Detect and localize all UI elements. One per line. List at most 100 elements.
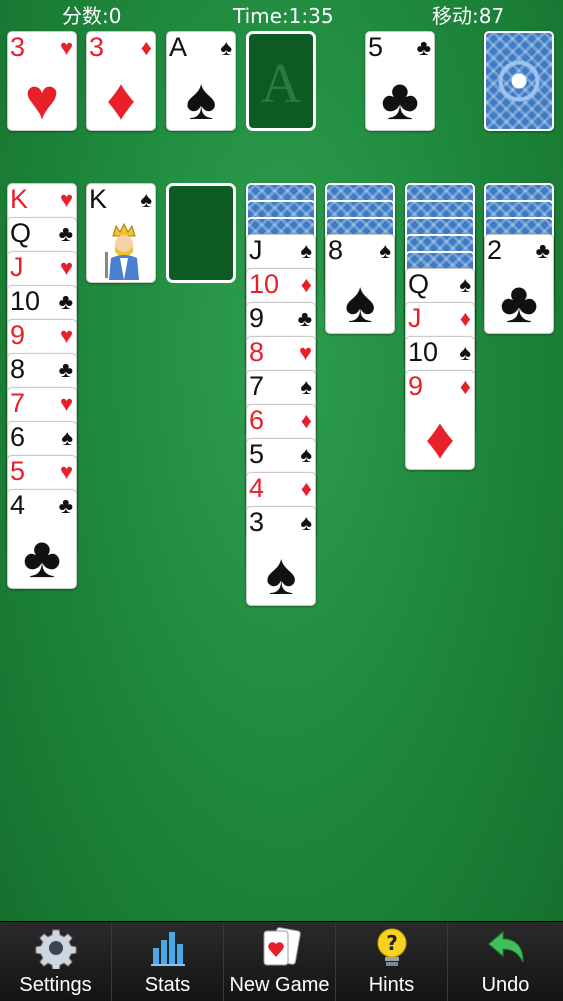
card-rank: 6 bbox=[249, 405, 265, 435]
card-suit-large: ♠ bbox=[344, 270, 376, 334]
card-suit-small: ♦ bbox=[300, 272, 312, 297]
card-rank: J bbox=[10, 252, 24, 282]
card-rank: 3 bbox=[10, 32, 26, 62]
card-suit-small: ♣ bbox=[297, 306, 312, 331]
card-suit-small: ♦ bbox=[300, 476, 312, 501]
card-suit-small: ♣ bbox=[58, 289, 73, 314]
card-suit-large: ♠ bbox=[265, 542, 297, 606]
card-rank: Q bbox=[10, 218, 32, 248]
card-rank: 8 bbox=[249, 337, 265, 367]
hints-label: Hints bbox=[368, 974, 415, 996]
cards-icon bbox=[224, 927, 335, 968]
settings-label: Settings bbox=[19, 974, 92, 996]
foundation-slot-empty[interactable]: A bbox=[246, 31, 316, 131]
card-suit-large: ♦ bbox=[425, 406, 455, 470]
card-rank: Q bbox=[408, 269, 430, 299]
status-bar: 分数:0 Time:1:35 移动:87 bbox=[0, 0, 563, 30]
card-suit-small: ♠ bbox=[459, 340, 471, 365]
card-suit-small: ♠ bbox=[459, 272, 471, 297]
settings-button[interactable]: Settings bbox=[0, 922, 112, 1001]
card-suit-small: ♠ bbox=[140, 187, 152, 212]
card-rank: 6 bbox=[10, 422, 26, 452]
card-rank: A bbox=[169, 32, 188, 62]
card-rank: 4 bbox=[249, 473, 265, 503]
card-suit-small: ♥ bbox=[59, 459, 73, 484]
card-suit-small: ♠ bbox=[300, 238, 312, 263]
card-suit-small: ♦ bbox=[459, 374, 471, 399]
card-rank: K bbox=[10, 184, 29, 214]
card-suit-small: ♠ bbox=[300, 442, 312, 467]
timer-label: Time:1:35 bbox=[233, 4, 334, 28]
card-suit-small: ♦ bbox=[459, 306, 471, 331]
card-rank: 10 bbox=[249, 269, 280, 299]
card-suit-small: ♠ bbox=[61, 425, 73, 450]
card-suit-small: ♦ bbox=[140, 35, 152, 60]
card-rank: 5 bbox=[10, 456, 26, 486]
new-game-button[interactable]: New Game bbox=[224, 922, 336, 1001]
card-suit-small: ♣ bbox=[416, 35, 431, 60]
toolbar: Settings Stats New Game ? Hints Undo bbox=[0, 921, 563, 1001]
card-suit-large: ♣ bbox=[380, 67, 420, 131]
stats-button[interactable]: Stats bbox=[112, 922, 224, 1001]
card-suit-large: ♣ bbox=[499, 270, 539, 334]
foundation-card[interactable]: 3 ♦ ♦ bbox=[86, 31, 156, 131]
card-rank: 4 bbox=[10, 490, 26, 520]
card-rank: 9 bbox=[408, 371, 424, 401]
card-rank: 7 bbox=[10, 388, 26, 418]
card-suit-small: ♣ bbox=[535, 238, 550, 263]
card-suit-small: ♥ bbox=[59, 187, 73, 212]
foundation-card[interactable]: 3 ♥ ♥ bbox=[7, 31, 77, 131]
tableau-card[interactable]: 3 ♠ ♠ bbox=[246, 506, 316, 606]
card-suit-large: ♥ bbox=[24, 67, 60, 131]
stats-label: Stats bbox=[144, 974, 191, 996]
card-rank: 5 bbox=[249, 439, 265, 469]
tableau-card[interactable]: 2 ♣ ♣ bbox=[484, 234, 554, 334]
card-rank: K bbox=[89, 184, 108, 214]
gear-icon bbox=[0, 928, 111, 969]
card-rank: 9 bbox=[10, 320, 26, 350]
tableau-card[interactable]: 9 ♦ ♦ bbox=[405, 370, 475, 470]
card-suit-small: ♣ bbox=[58, 493, 73, 518]
card-rank: 3 bbox=[249, 507, 265, 537]
card-suit-small: ♠ bbox=[300, 374, 312, 399]
card-suit-small: ♥ bbox=[59, 323, 73, 348]
card-suit-large: ♠ bbox=[185, 67, 217, 131]
card-rank: J bbox=[408, 303, 422, 333]
hints-button[interactable]: ? Hints bbox=[336, 922, 448, 1001]
card-suit-small: ♦ bbox=[300, 408, 312, 433]
card-suit-small: ♣ bbox=[58, 221, 73, 246]
card-rank: 7 bbox=[249, 371, 265, 401]
card-rank: J bbox=[249, 235, 263, 265]
new-game-label: New Game bbox=[229, 974, 330, 996]
card-suit-small: ♠ bbox=[300, 510, 312, 535]
card-suit-small: ♥ bbox=[59, 391, 73, 416]
lightbulb-icon: ? bbox=[336, 928, 447, 968]
card-rank: 3 bbox=[89, 32, 105, 62]
card-rank: 8 bbox=[10, 354, 26, 384]
undo-arrow-icon bbox=[448, 928, 563, 968]
card-rank: 9 bbox=[249, 303, 265, 333]
king-face-art bbox=[101, 222, 147, 280]
tableau-slot-empty[interactable] bbox=[166, 183, 236, 283]
card-rank: 5 bbox=[368, 32, 384, 62]
tableau-card[interactable]: 8 ♠ ♠ bbox=[325, 234, 395, 334]
stock-pile[interactable] bbox=[484, 31, 554, 131]
foundation-card[interactable]: A ♠ ♠ bbox=[166, 31, 236, 131]
moves-label: 移动:87 bbox=[432, 4, 505, 28]
foundation-placeholder: A bbox=[260, 53, 302, 115]
tableau-card[interactable]: K ♠ bbox=[86, 183, 156, 283]
undo-label: Undo bbox=[481, 974, 530, 996]
undo-button[interactable]: Undo bbox=[448, 922, 563, 1001]
score-label: 分数:0 bbox=[62, 4, 122, 28]
card-suit-large: ♣ bbox=[22, 525, 62, 589]
waste-card[interactable]: 5 ♣ ♣ bbox=[365, 31, 435, 131]
card-rank: 10 bbox=[408, 337, 439, 367]
card-suit-small: ♥ bbox=[59, 35, 73, 60]
card-rank: 8 bbox=[328, 235, 344, 265]
card-suit-small: ♠ bbox=[379, 238, 391, 263]
card-suit-small: ♥ bbox=[298, 340, 312, 365]
card-suit-small: ♣ bbox=[58, 357, 73, 382]
card-suit-large: ♦ bbox=[106, 67, 136, 131]
card-rank: 10 bbox=[10, 286, 41, 316]
tableau-card[interactable]: 4 ♣ ♣ bbox=[7, 489, 77, 589]
